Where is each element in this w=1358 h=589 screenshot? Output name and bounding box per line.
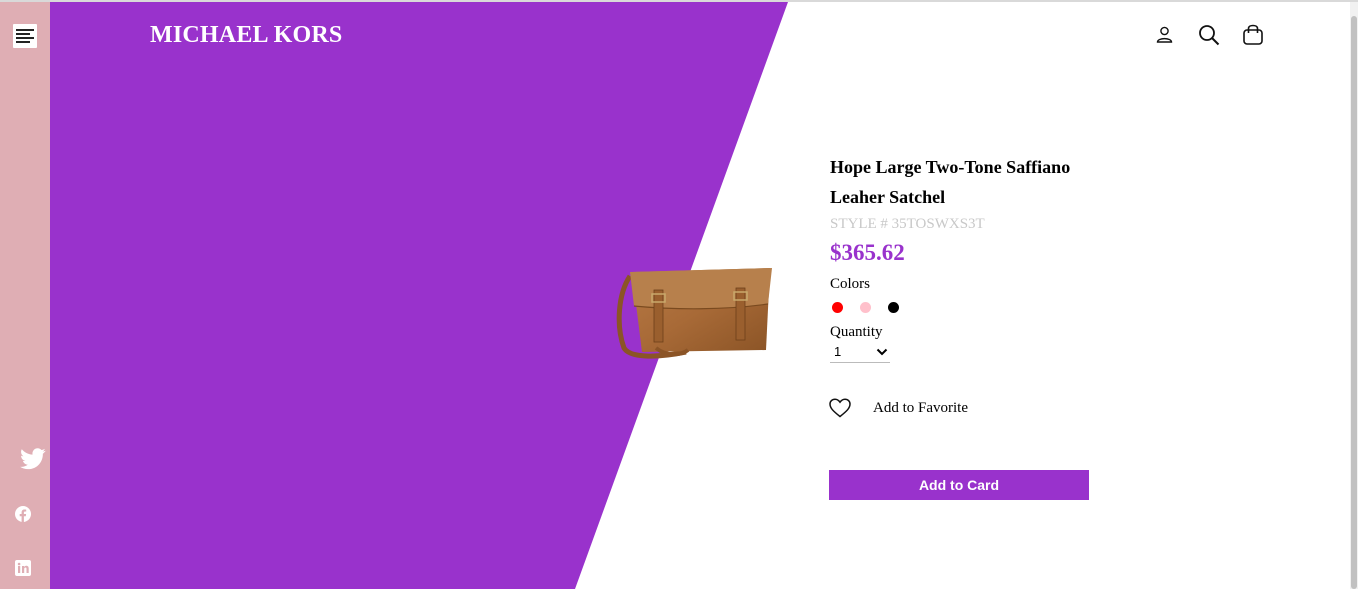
add-to-cart-button[interactable]: Add to Card <box>829 470 1089 500</box>
color-swatch-black[interactable] <box>888 301 899 313</box>
style-number: STYLE # 35TOSWXS3T <box>830 216 985 232</box>
product-title: Hope Large Two-Tone Saffiano Leaher Satc… <box>830 157 1071 207</box>
facebook-icon[interactable] <box>15 506 31 522</box>
colors-label: Colors <box>830 276 871 292</box>
sidebar <box>0 2 50 589</box>
heart-icon <box>829 398 851 418</box>
scrollbar-thumb[interactable] <box>1351 16 1357 589</box>
quantity-select[interactable]: 1 <box>830 344 890 363</box>
satchel-bag-image <box>616 268 772 359</box>
color-swatches <box>832 300 1120 314</box>
product-price: $365.62 <box>830 240 905 265</box>
color-swatch-red[interactable] <box>832 301 843 313</box>
brand-logo[interactable]: MICHAEL KORS <box>150 22 342 49</box>
scrollbar[interactable] <box>1350 2 1358 589</box>
add-to-favorite[interactable]: Add to Favorite <box>829 398 968 418</box>
twitter-icon[interactable] <box>20 448 46 470</box>
search-icon[interactable] <box>1198 24 1220 46</box>
favorite-label: Add to Favorite <box>873 399 968 416</box>
user-icon[interactable] <box>1156 26 1173 43</box>
chevron-down-icon <box>876 348 888 356</box>
shopping-bag-icon[interactable] <box>1242 23 1264 46</box>
quantity-value: 1 <box>834 344 842 359</box>
product-info: Hope Large Two-Tone Saffiano Leaher Satc… <box>830 152 1120 363</box>
hamburger-menu-icon[interactable] <box>13 24 37 48</box>
linkedin-icon[interactable] <box>15 560 31 576</box>
hero-section: MICHAEL KORS <box>50 2 1350 589</box>
quantity-label: Quantity <box>830 324 883 340</box>
color-swatch-pink[interactable] <box>860 301 871 313</box>
